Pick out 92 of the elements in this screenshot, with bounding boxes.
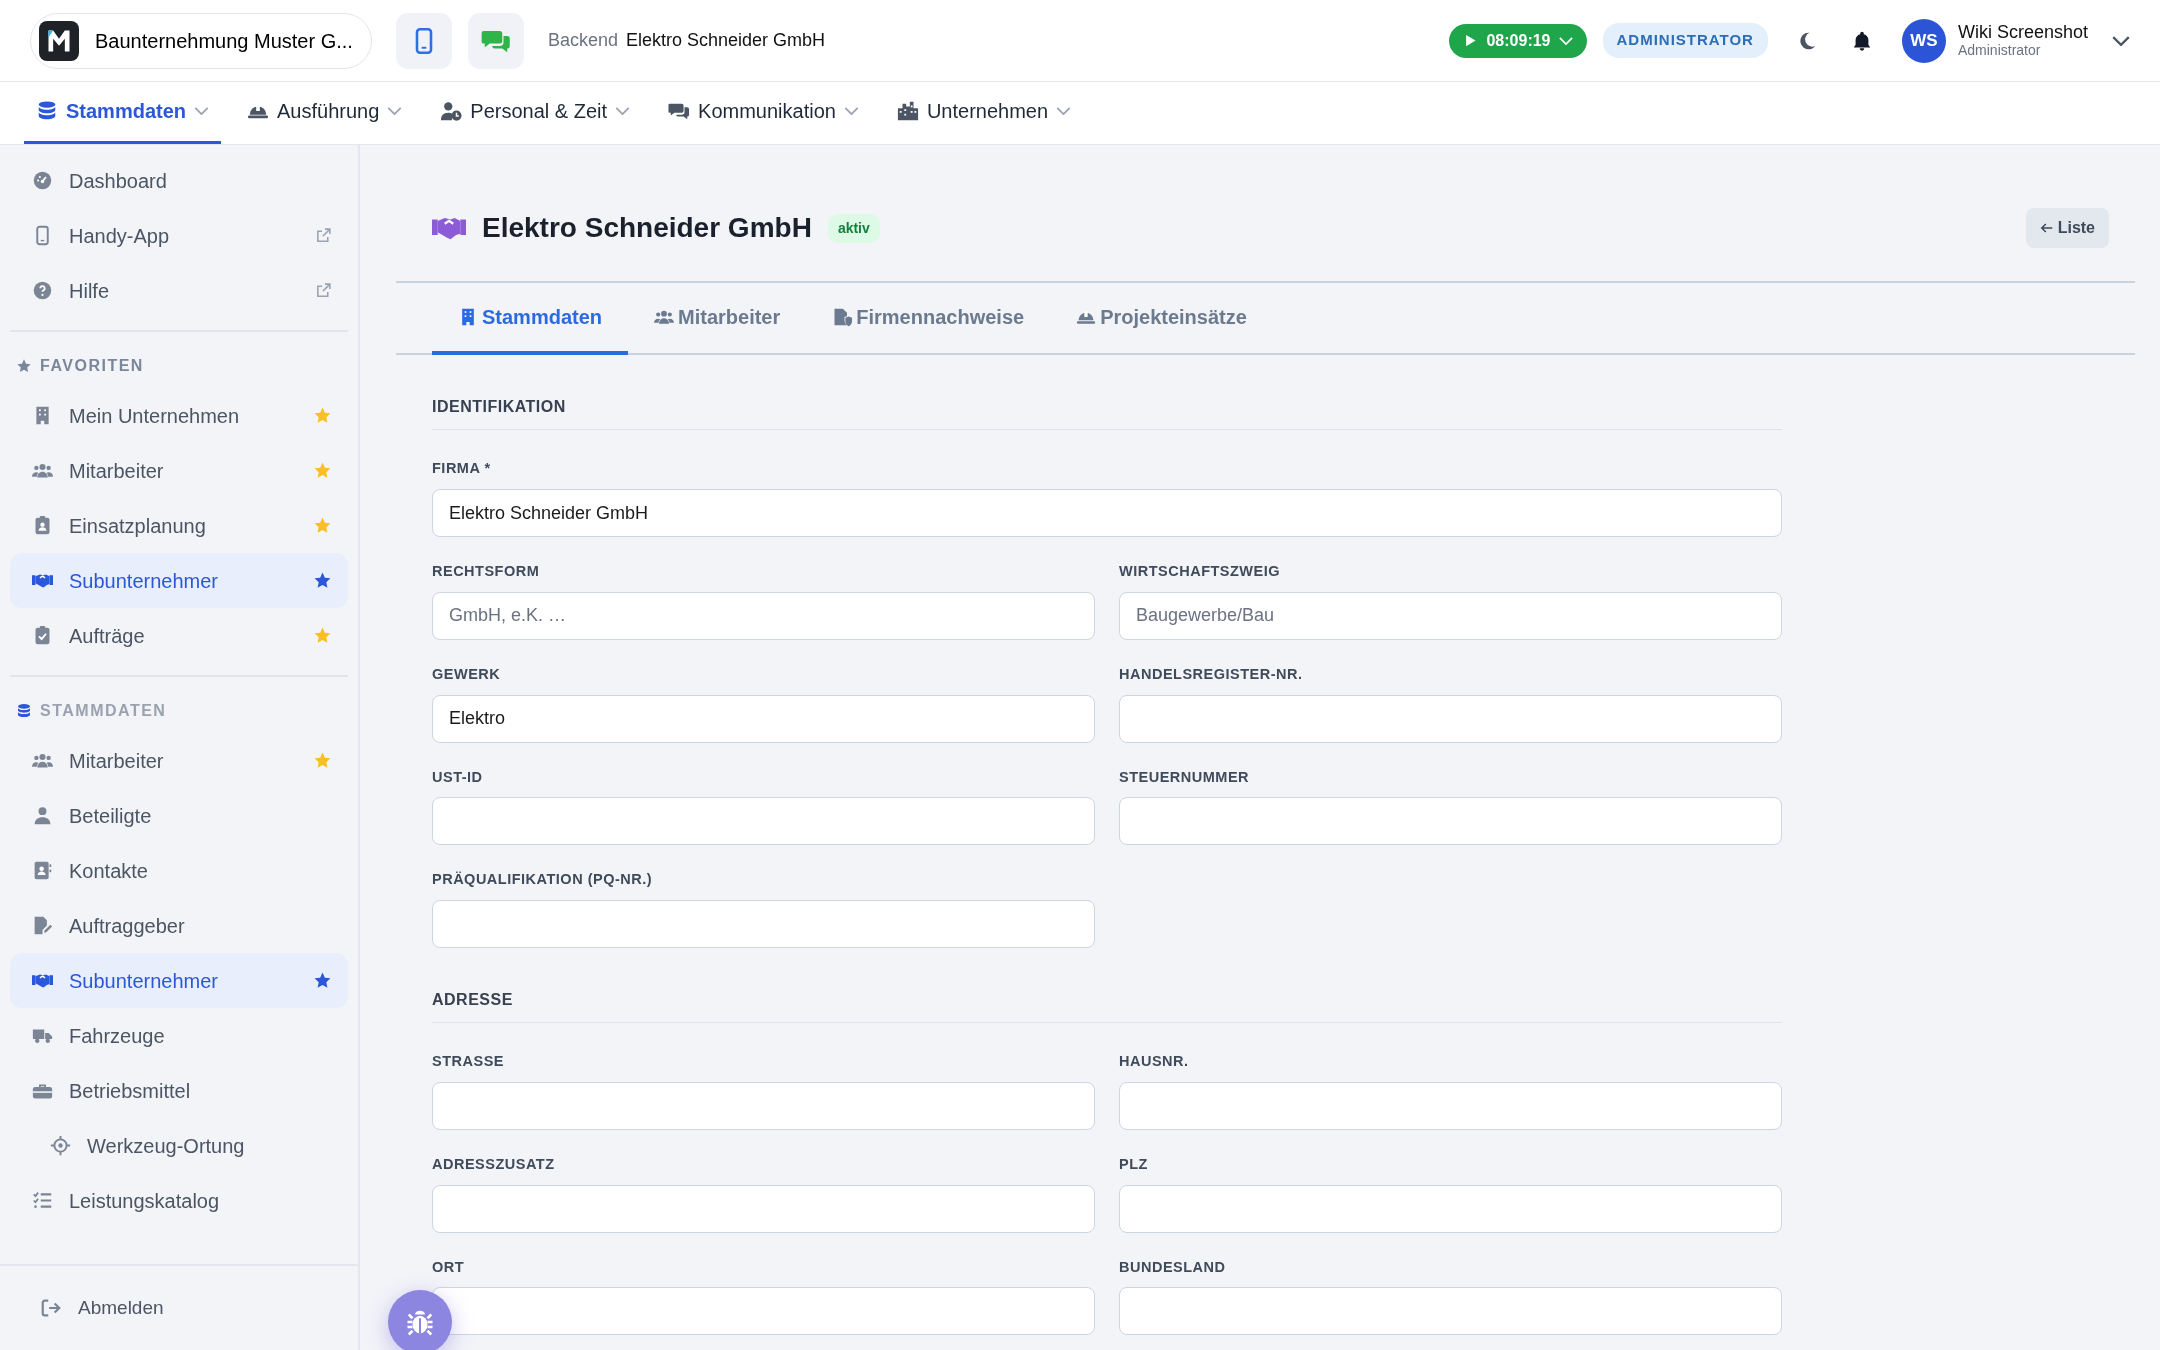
company-name: Baunternehmung Muster G... (95, 28, 353, 54)
sidebar-item[interactable]: Werkzeug-Ortung (10, 1118, 348, 1174)
tab[interactable]: Mitarbeiter (628, 283, 807, 356)
field-label: PRÄQUALIFIKATION (PQ-NR.) (432, 870, 654, 890)
field-label: HANDELSREGISTER-NR. (1119, 664, 1304, 684)
database-icon (16, 703, 32, 720)
signature-icon (32, 915, 53, 937)
section-title: FAVORITEN (40, 356, 144, 377)
logout-icon (40, 1297, 62, 1319)
field-label: STEUERNUMMER (1119, 767, 1251, 787)
field-label: GEWERK (432, 664, 502, 684)
field-label: STRASSE (432, 1052, 505, 1072)
file-shield-icon (832, 307, 853, 328)
field-label: UST-ID (432, 767, 484, 787)
section-heading: ADRESSE (432, 988, 1782, 1024)
input-field[interactable] (1119, 694, 1782, 743)
sidebar-item[interactable]: Leistungskatalog (10, 1173, 348, 1229)
contact-card-icon (32, 860, 53, 882)
nav-menu-item[interactable]: Kommunikation (656, 81, 871, 145)
help-icon (32, 280, 53, 302)
company-switcher[interactable]: Baunternehmung Muster G... (30, 12, 372, 69)
sidebar-item[interactable]: Dashboard (10, 153, 348, 209)
field-label: HAUSNR. (1119, 1052, 1190, 1072)
input-field[interactable] (432, 1287, 1095, 1336)
sidebar-item[interactable]: Aufträge (10, 608, 348, 664)
user-menu[interactable]: WS Wiki Screenshot Administrator (1901, 18, 2130, 63)
caret-icon (387, 107, 403, 116)
nav-menu-item[interactable]: Unternehmen (884, 81, 1084, 145)
field-label: BUNDESLAND (1119, 1257, 1227, 1277)
role-badge: ADMINISTRATOR (1602, 23, 1768, 58)
crosshair-icon (50, 1135, 71, 1157)
sidebar-item[interactable]: Auftraggeber (10, 898, 348, 954)
sidebar-item[interactable]: Einsatzplanung (10, 498, 348, 554)
sidebar-item[interactable]: Mitarbeiter (10, 733, 348, 789)
mobile-app-button[interactable] (395, 12, 452, 69)
input-field[interactable] (1119, 1287, 1782, 1336)
person-clock-icon (440, 100, 463, 123)
caret-icon (2112, 35, 2130, 46)
sidebar-item[interactable]: Betriebsmittel (10, 1063, 348, 1119)
input-field[interactable] (1119, 1184, 1782, 1233)
input-field[interactable] (432, 900, 1095, 949)
input-field[interactable] (432, 1184, 1095, 1233)
sidebar-item[interactable]: Handy-App (10, 208, 348, 264)
input-field[interactable] (1119, 1081, 1782, 1130)
caret-icon (1056, 107, 1072, 116)
sidebar-item[interactable]: Beteiligte (10, 788, 348, 844)
caret-icon (194, 107, 210, 116)
page-title: Elektro Schneider GmbH (482, 211, 812, 246)
tab[interactable]: Stammdaten (432, 283, 629, 356)
bug-report-button[interactable] (388, 1290, 452, 1350)
input-field[interactable] (432, 797, 1095, 846)
tab[interactable]: Firmennachweise (806, 283, 1051, 356)
user-role: Administrator (1957, 42, 2042, 59)
input-field[interactable] (432, 1081, 1095, 1130)
city-icon (896, 100, 919, 123)
input-field[interactable]: Baugewerbe/Bau (1119, 591, 1782, 640)
person-icon (32, 805, 53, 827)
field-label: FIRMA * (432, 459, 492, 479)
sidebar-item[interactable]: Hilfe (10, 263, 348, 319)
user-name: Wiki Screenshot (1957, 23, 2088, 43)
caret-icon (615, 107, 631, 116)
nav-menu-item[interactable]: Ausführung (235, 81, 415, 145)
input-field[interactable]: GmbH, e.K. … (432, 591, 1095, 640)
caret-icon (1558, 36, 1573, 45)
user-avatar: WS (1901, 18, 1946, 63)
sidebar-item[interactable]: Subunternehmer (10, 553, 348, 609)
field-label: WIRTSCHAFTSZWEIG (1119, 562, 1282, 582)
tab[interactable]: Projekteinsätze (1050, 283, 1273, 356)
back-button[interactable]: Liste (2025, 208, 2109, 249)
field-label: PLZ (1119, 1154, 1149, 1174)
input-field[interactable] (1119, 797, 1782, 846)
sidebar-item[interactable]: Mein Unternehmen (10, 388, 348, 444)
field-label: RECHTSFORM (432, 562, 541, 582)
star-icon (16, 358, 32, 375)
field-label: ORT (432, 1257, 466, 1277)
chat-button[interactable] (467, 12, 524, 69)
section-heading: IDENTIFIKATION (432, 395, 1782, 431)
sidebar-item[interactable]: Subunternehmer (10, 953, 348, 1009)
input-field[interactable]: Elektro (432, 694, 1095, 743)
input-field[interactable]: Elektro Schneider GmbH (432, 489, 1782, 538)
breadcrumb-label: Backend (547, 29, 618, 53)
nav-menu-item[interactable]: Personal & Zeit (428, 81, 643, 145)
field-label: ADRESSZUSATZ (432, 1154, 556, 1174)
sidebar-item[interactable]: Fahrzeuge (10, 1008, 348, 1064)
gauge-icon (32, 170, 53, 192)
caret-icon (843, 107, 859, 116)
breadcrumb-current: Elektro Schneider GmbH (626, 29, 826, 53)
section-title: STAMMDATEN (40, 701, 167, 722)
sidebar-item[interactable]: Kontakte (10, 843, 348, 899)
sidebar-item[interactable]: Mitarbeiter (10, 443, 348, 499)
status-badge: aktiv (827, 213, 880, 243)
logout-button[interactable]: Abmelden (0, 1264, 358, 1350)
